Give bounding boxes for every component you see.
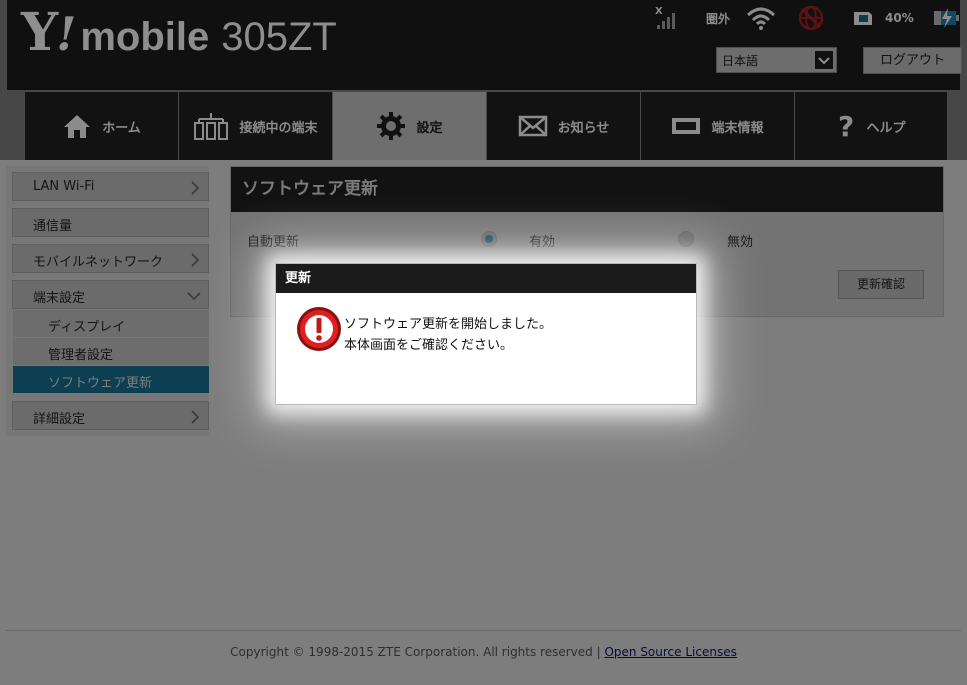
network-disconnected-icon [797,5,825,31]
sidebar-item-label: 詳細設定 [33,412,86,427]
sidebar-subitem-label: ソフトウェア更新 [48,376,153,391]
sidebar-item-label: 通信量 [33,219,73,234]
sidebar-item-mobile-network[interactable]: モバイルネットワーク [12,244,209,273]
main-nav: ホーム 接続中の端末 設定 お知らせ 端末情報 ? ヘルプ [0,92,967,160]
battery-charging-icon [931,5,963,31]
sidebar-item-lan-wifi[interactable]: LAN Wi-Fi [12,172,209,201]
battery-percent: 40% [885,5,914,31]
language-select[interactable]: 日本語 [716,47,837,73]
sidebar-item-label: LAN Wi-Fi [33,179,95,194]
nav-item-help[interactable]: ? ヘルプ [794,92,948,160]
help-icon: ? [836,111,856,141]
svg-text:?: ? [838,111,854,141]
dialog-title: 更新 [276,264,696,293]
auto-update-enable-label[interactable]: 有効 [529,231,555,250]
signal-no-service-icon: X [653,5,681,31]
open-source-licenses-link[interactable]: Open Source Licenses [604,645,736,659]
chevron-right-icon [190,409,200,429]
nav-item-label: 設定 [416,120,443,136]
nav-item-notices[interactable]: お知らせ [486,92,640,160]
auto-update-label: 自動更新 [247,235,300,250]
nav-item-device-info[interactable]: 端末情報 [640,92,794,160]
sidebar-subitem-software-update[interactable]: ソフトウェア更新 [13,366,209,394]
sidebar-item-label: 端末設定 [33,291,86,306]
footer-divider [6,630,961,631]
dialog-message-line: 本体画面をご確認ください。 [344,338,514,353]
language-selected: 日本語 [722,54,759,68]
brand-logo: Y ! mobile 305ZT [21,2,337,72]
header-bar: Y ! mobile 305ZT X 圏外 40% 日本語 ログアウト [7,0,963,90]
nav-item-connected-devices[interactable]: 接続中の端末 [178,92,332,160]
envelope-icon [518,114,548,138]
roaming-status: 圏外 [706,5,730,31]
nav-item-label: ヘルプ [866,120,906,136]
chevron-down-icon [186,290,202,305]
connected-devices-icon [193,111,229,141]
roaming-status-text: 圏外 [706,11,731,26]
sidebar: LAN Wi-Fi 通信量 モバイルネットワーク 端末設定 ディスプレイ 管理者… [6,166,209,436]
nav-item-label: お知らせ [557,120,610,136]
nav-item-label: ホーム [102,120,141,136]
logout-button[interactable]: ログアウト [863,47,962,74]
nav-item-label: 端末情報 [711,120,764,136]
chevron-down-icon[interactable] [814,50,834,70]
logo-exclamation: ! [56,7,77,61]
auto-update-enable-radio[interactable] [481,231,497,247]
sidebar-item-label: モバイルネットワーク [33,255,164,270]
update-dialog: 更新 ソフトウェア更新を開始しました。 本体画面をご確認ください。 [275,263,697,405]
home-icon [62,112,92,140]
device-info-icon [671,116,701,136]
copyright-text: Copyright © 1998-2015 ZTE Corporation. A… [230,645,605,659]
chevron-right-icon [190,180,200,200]
dialog-message-line: ソフトウェア更新を開始しました。 [344,317,553,332]
sidebar-item-advanced-settings[interactable]: 詳細設定 [12,401,209,430]
sidebar-subitem-label: 管理者設定 [48,348,114,363]
auto-update-disable-radio[interactable] [678,231,694,247]
sidebar-subitem-display[interactable]: ディスプレイ [13,310,209,338]
sim-icon [850,5,876,31]
check-update-button[interactable]: 更新確認 [838,270,924,299]
footer: Copyright © 1998-2015 ZTE Corporation. A… [0,645,967,659]
auto-update-disable-label[interactable]: 無効 [727,231,753,250]
nav-item-settings[interactable]: 設定 [332,92,486,160]
sidebar-subitem-admin-settings[interactable]: 管理者設定 [13,338,209,366]
sidebar-item-data-usage[interactable]: 通信量 [12,208,209,237]
logo-model-text: 305ZT [221,15,337,59]
logo-y: Y [21,2,58,63]
battery-percent-text: 40% [885,11,914,25]
sidebar-subitem-label: ディスプレイ [48,320,126,335]
page-title: ソフトウェア更新 [231,167,943,212]
nav-item-home[interactable]: ホーム [24,92,178,160]
logo-mobile-text: mobile [80,15,210,59]
nav-item-label: 接続中の端末 [239,120,318,136]
sidebar-item-device-settings[interactable]: 端末設定 [12,280,209,309]
gear-icon [376,111,406,141]
dialog-message: ソフトウェア更新を開始しました。 本体画面をご確認ください。 [344,314,552,356]
svg-text:X: X [655,6,663,17]
error-icon [296,306,342,356]
chevron-right-icon [190,252,200,272]
wifi-icon [745,5,777,31]
